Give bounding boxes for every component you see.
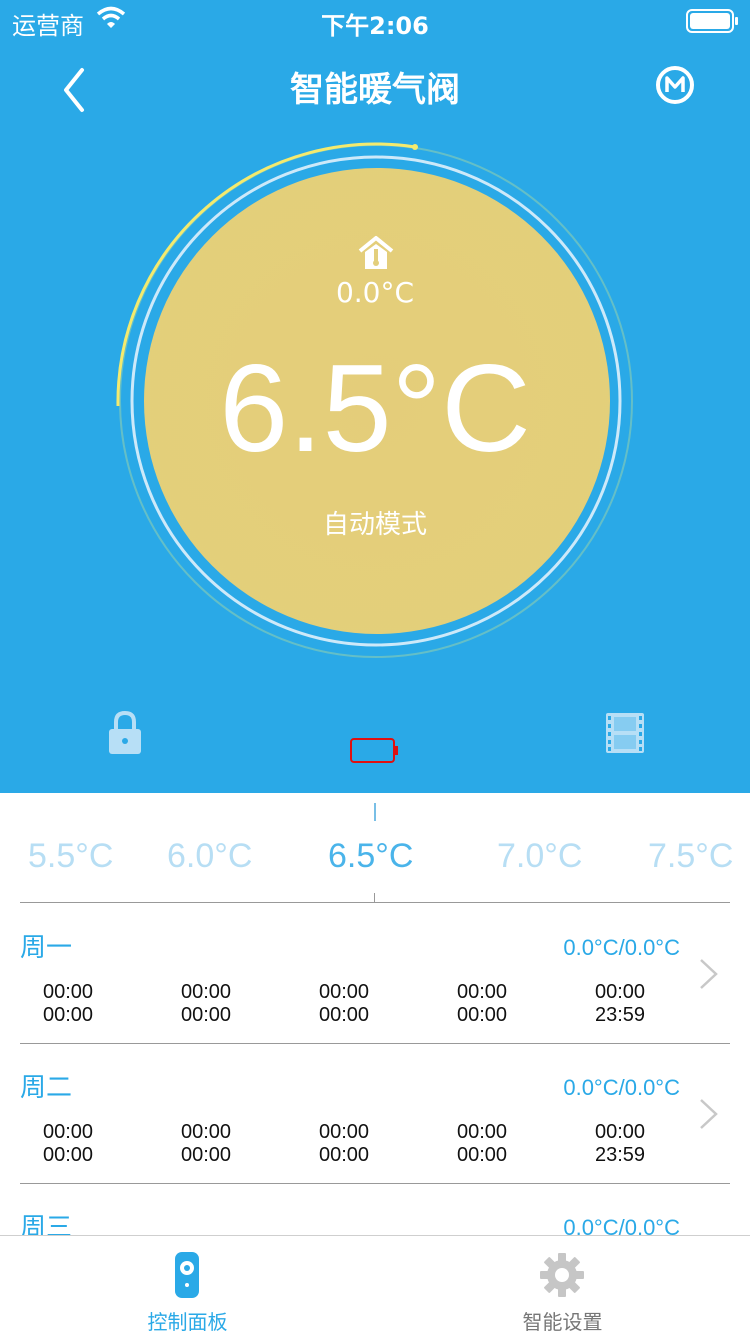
time-slot: 00:00 00:00 (456, 1121, 508, 1166)
temperature-ruler[interactable]: 5.5°C 6.0°C 6.5°C 7.0°C 7.5°C (0, 793, 750, 903)
time-slot: 00:00 00:00 (42, 1121, 94, 1166)
temperature-dial[interactable]: 0.0°C 6.5°C 自动模式 (100, 130, 650, 680)
time-slot: 00:00 00:00 (180, 981, 232, 1026)
set-temperature: 6.5°C (219, 340, 531, 478)
header-area: 运营商 下午2:06 智能暖气阀 0.0°C 6.5°C 自动模式 (0, 0, 750, 793)
remote-icon (175, 1252, 199, 1298)
ruler-indicator (374, 803, 376, 821)
lock-icon[interactable] (106, 710, 144, 756)
ruler-value-selected[interactable]: 6.5°C (328, 837, 413, 876)
status-bar: 运营商 下午2:06 (0, 0, 750, 40)
chevron-right-icon (700, 959, 718, 989)
day-label: 周三 (20, 1213, 73, 1235)
home-thermometer-icon (358, 236, 394, 269)
ruler-value[interactable]: 5.5°C (28, 837, 113, 876)
weekly-schedule: 周一 0.0°C/0.0°C 00:00 00:00 00:00 00:00 00:… (0, 903, 750, 1235)
schedule-row-monday[interactable]: 周一 0.0°C/0.0°C 00:00 00:00 00:00 00:00 00:… (20, 903, 730, 1044)
ruler-value[interactable]: 6.0°C (167, 837, 252, 876)
time-slot: 00:00 23:59 (594, 981, 646, 1026)
day-label: 周二 (20, 1073, 73, 1103)
temperature-range: 0.0°C/0.0°C (563, 935, 680, 960)
tab-control-panel[interactable]: 控制面板 (0, 1236, 375, 1335)
ruler-value[interactable]: 7.0°C (497, 837, 582, 876)
battery-low-icon (350, 738, 398, 763)
time-slot: 00:00 23:59 (594, 1121, 646, 1166)
tab-label: 智能设置 (522, 1310, 603, 1334)
time-slot: 00:00 00:00 (318, 1121, 370, 1166)
tab-label: 控制面板 (147, 1310, 228, 1334)
time-slot: 00:00 00:00 (42, 981, 94, 1026)
day-label: 周一 (20, 933, 73, 963)
nav-bar: 智能暖气阀 (0, 50, 750, 120)
page-title: 智能暖气阀 (290, 70, 460, 110)
m-icon[interactable] (652, 62, 698, 108)
tab-bar: 控制面板 智能设置 (0, 1235, 750, 1335)
tab-smart-settings[interactable]: 智能设置 (375, 1236, 750, 1335)
time-slot: 00:00 00:00 (180, 1121, 232, 1166)
temperature-range: 0.0°C/0.0°C (563, 1075, 680, 1100)
schedule-row-wednesday[interactable]: 周三 0.0°C/0.0°C (20, 1183, 730, 1235)
chevron-right-icon (700, 1099, 718, 1129)
gear-icon (540, 1253, 584, 1297)
temperature-range: 0.0°C/0.0°C (563, 1215, 680, 1235)
time-slot: 00:00 00:00 (456, 981, 508, 1026)
schedule-row-tuesday[interactable]: 周二 0.0°C/0.0°C 00:00 00:00 00:00 00:00 00:… (20, 1043, 730, 1184)
status-time: 下午2:06 (321, 12, 429, 40)
status-battery-icon (686, 9, 738, 33)
mode-label: 自动模式 (322, 510, 427, 540)
room-temperature: 0.0°C (335, 276, 415, 309)
ruler-value[interactable]: 7.5°C (648, 837, 733, 876)
film-icon[interactable] (604, 712, 646, 754)
time-slot: 00:00 00:00 (318, 981, 370, 1026)
